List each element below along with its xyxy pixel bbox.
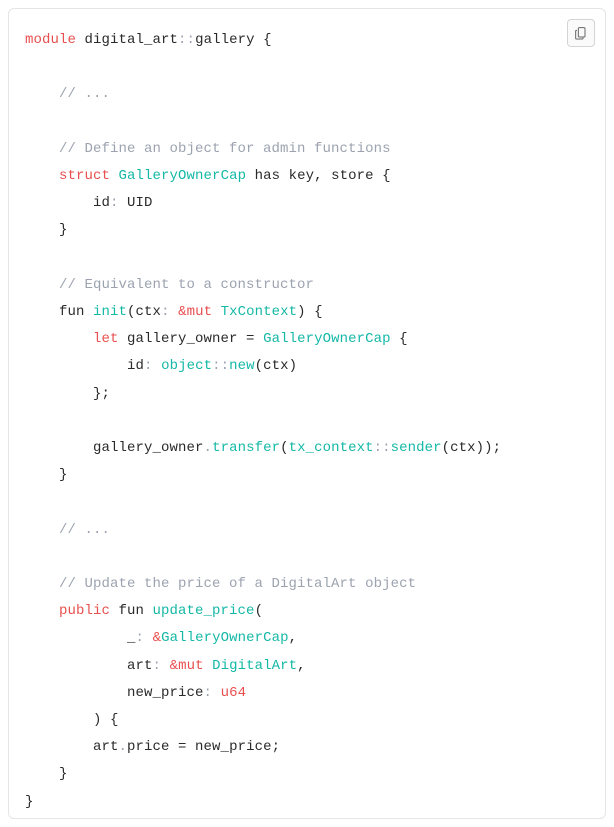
code-line: };: [93, 386, 110, 402]
code-line: }: [59, 766, 68, 782]
code-comment: // ...: [59, 86, 110, 102]
code-line: let gallery_owner = GalleryOwnerCap {: [93, 331, 408, 347]
code-block: module digital_art::gallery { // ... // …: [8, 8, 606, 819]
code-comment: // Update the price of a DigitalArt obje…: [59, 576, 416, 592]
code-line: id: object::new(ctx): [127, 358, 297, 374]
code-line: }: [59, 222, 68, 238]
code-line: public fun update_price(: [59, 603, 263, 619]
code-line: fun init(ctx: &mut TxContext) {: [59, 304, 323, 320]
code-comment: // Equivalent to a constructor: [59, 277, 314, 293]
code-line: new_price: u64: [127, 685, 246, 701]
code-line: gallery_owner.transfer(tx_context::sende…: [93, 440, 501, 456]
code-content: module digital_art::gallery { // ... // …: [25, 27, 589, 816]
code-line: art: &mut DigitalArt,: [127, 658, 306, 674]
code-line: module digital_art::gallery {: [25, 32, 272, 48]
code-comment: // ...: [59, 522, 110, 538]
clipboard-icon: [573, 25, 589, 41]
code-line: id: UID: [93, 195, 153, 211]
code-line: struct GalleryOwnerCap has key, store {: [59, 168, 391, 184]
code-comment: // Define an object for admin functions: [59, 141, 391, 157]
code-line: art.price = new_price;: [93, 739, 280, 755]
code-line: ) {: [93, 712, 119, 728]
copy-button[interactable]: [567, 19, 595, 47]
code-line: }: [25, 794, 34, 810]
code-line: _: &GalleryOwnerCap,: [127, 630, 297, 646]
code-line: }: [59, 467, 68, 483]
